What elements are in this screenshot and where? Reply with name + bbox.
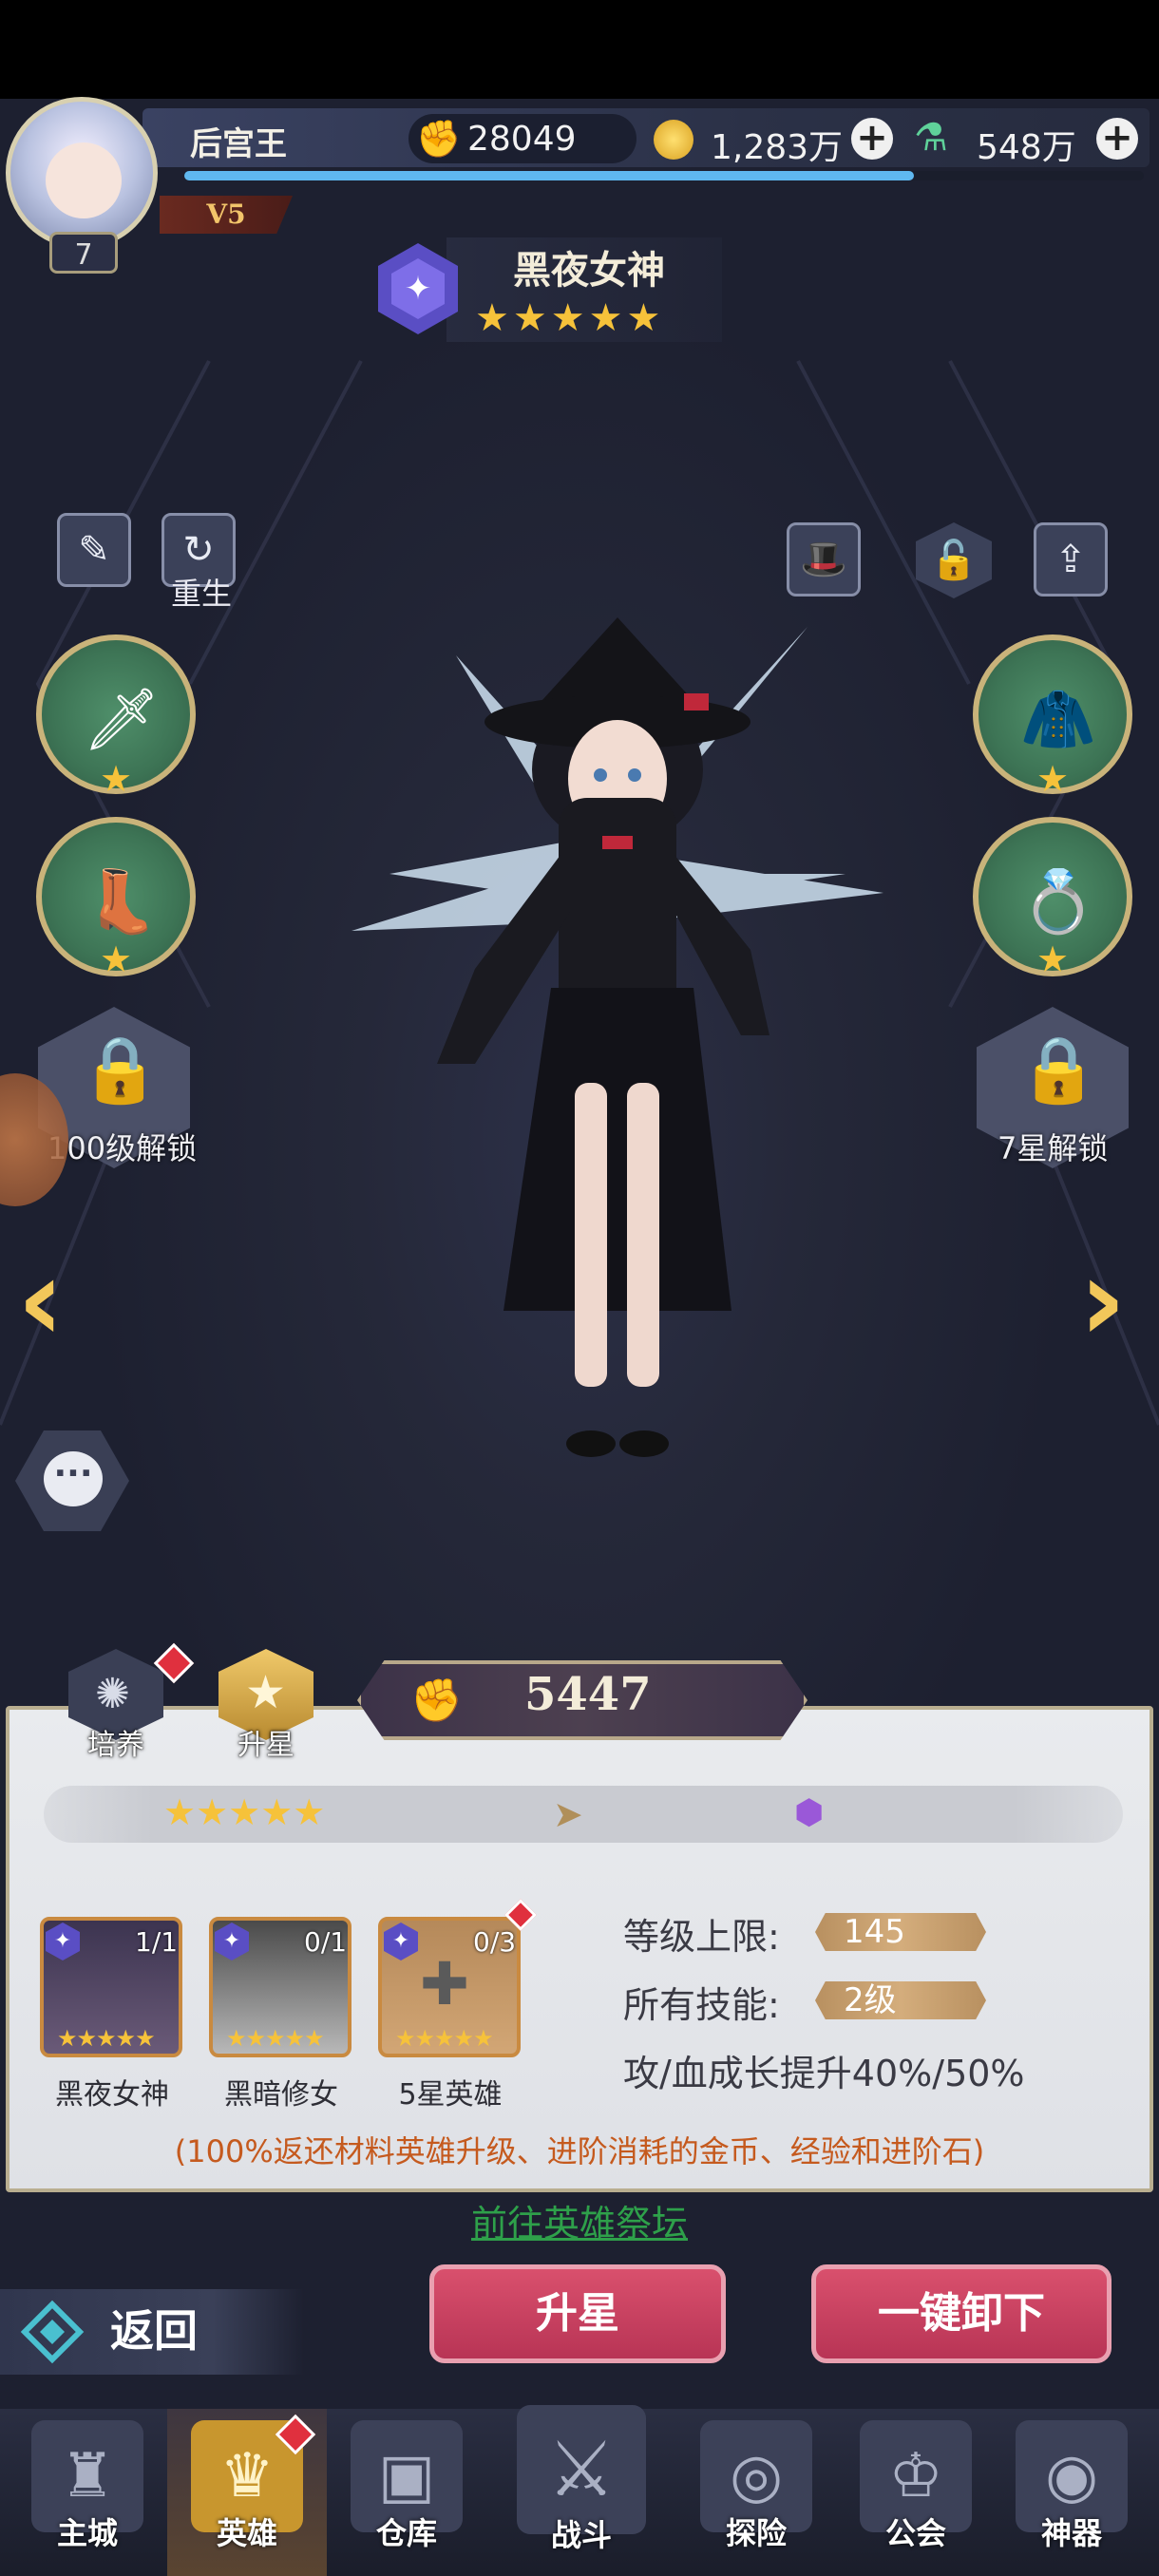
nav-main-city[interactable]: ♜ 主城 (8, 2409, 167, 2576)
progression-arrow-icon: ➤ (553, 1793, 583, 1835)
skills-label: 所有技能: (623, 1984, 780, 2026)
material-card-2[interactable]: ✦ 0/1 ★★★★★ (209, 1917, 352, 2057)
nav-label: 神器 (1040, 2515, 1102, 2551)
boots-slot-star: ★ (99, 938, 133, 980)
nav-label: 主城 (56, 2515, 118, 2551)
back-label: 返回 (110, 2305, 198, 2357)
avatar-face (46, 142, 122, 218)
hero-name: 黑夜女神 (513, 248, 665, 293)
nav-battle[interactable]: ⚔ 战斗 (502, 2394, 661, 2561)
prev-hero-arrow[interactable]: ‹ (17, 1235, 64, 1367)
level-cap-label: 等级上限: (623, 1916, 780, 1958)
material-count: 0/3 (473, 1926, 517, 1958)
nav-warehouse[interactable]: ▣ 仓库 (327, 2409, 486, 2576)
class-mini-icon: ✦ (215, 1923, 249, 1960)
upgrade-star-button[interactable]: 升星 (429, 2264, 726, 2363)
armor-slot-star: ★ (1036, 758, 1070, 800)
rebirth-label: 重生 (171, 576, 233, 612)
class-mini-icon: ✦ (384, 1923, 418, 1960)
share-button[interactable]: ⇪ (1034, 522, 1108, 597)
material-name: 黑暗修女 (224, 2078, 338, 2112)
costume-button[interactable]: 🎩 (787, 522, 861, 597)
next-hero-arrow[interactable]: › (1079, 1235, 1126, 1367)
material-card-1[interactable]: ✦ 1/1 ★★★★★ (40, 1917, 182, 2057)
player-name: 后宫王 (190, 125, 287, 163)
skills-value: 2级 (815, 1981, 986, 2019)
potion-bottle-icon: ⚗ (914, 116, 948, 160)
nav-label: 战斗 (550, 2517, 612, 2553)
player-level-badge: 7 (49, 232, 118, 274)
nav-guild[interactable]: ♔ 公会 (836, 2409, 996, 2576)
material-stars: ★★★★★ (226, 2025, 325, 2052)
hero-stars: ★★★★★ (475, 296, 665, 340)
material-stars: ★★★★★ (57, 2025, 156, 2052)
add-gold-button[interactable]: + (851, 118, 893, 160)
nav-artifact[interactable]: ◉ 神器 (992, 2409, 1151, 2576)
status-bar-top (0, 0, 1159, 99)
hero-illustration (352, 617, 884, 1457)
gems-value: 28049 (467, 120, 577, 159)
refund-note: (100%返还材料英雄升级、进阶消耗的金币、经验和进阶石) (174, 2133, 985, 2169)
purple-gem-icon: ⬢ (794, 1793, 825, 1832)
power-fist-icon: ✊ (410, 1676, 463, 1725)
nav-label: 探险 (725, 2515, 787, 2551)
growth-bonus: 攻/血成长提升40%/50% (623, 2053, 1025, 2094)
potion-value: 548万 (977, 128, 1076, 167)
star-icon: ★ (245, 1666, 287, 1719)
add-potion-button[interactable]: + (1096, 118, 1138, 160)
gold-value: 1,283万 (711, 128, 844, 167)
material-count: 1/1 (135, 1926, 179, 1958)
locked-slot-right-label: 7星解锁 (998, 1130, 1109, 1166)
level-cap-value: 145 (815, 1913, 986, 1951)
gem-hand-icon: ✊ (416, 118, 462, 160)
material-stars: ★★★★★ (395, 2025, 494, 2052)
unequip-all-button[interactable]: 一键卸下 (811, 2264, 1112, 2363)
edit-button[interactable]: ✎ (57, 513, 131, 587)
material-card-3[interactable]: ✦ 0/3 ✚ ★★★★★ (378, 1917, 521, 2057)
nav-label: 英雄 (216, 2515, 277, 2551)
padlock-icon: 🔒 (80, 1032, 161, 1108)
chat-bubble-icon: ··· (44, 1451, 103, 1506)
material-name: 黑夜女神 (55, 2078, 169, 2112)
exp-bar-fill (184, 171, 914, 180)
nav-label: 公会 (884, 2515, 946, 2551)
puzzle-piece-icon: ✚ (420, 1949, 469, 2018)
combat-power-value: 5447 (524, 1668, 652, 1721)
current-stars: ★★★★★ (163, 1791, 326, 1833)
material-name: 5星英雄 (398, 2078, 503, 2112)
locked-slot-left-label: 100级解锁 (48, 1130, 198, 1166)
class-mini-icon: ✦ (46, 1923, 80, 1960)
hero-altar-link[interactable]: 前往英雄祭坛 (0, 2194, 1159, 2246)
gear-wheel-icon: ✺ (95, 1670, 130, 1718)
vip-badge: V5 (160, 196, 293, 234)
tab-star-up-label: 升星 (238, 1729, 294, 1762)
weapon-slot-star: ★ (99, 758, 133, 800)
padlock-icon: 🔒 (1018, 1032, 1099, 1108)
nav-label: 仓库 (375, 2515, 437, 2551)
ring-slot-star: ★ (1036, 938, 1070, 980)
tab-cultivate-label: 培养 (87, 1729, 144, 1762)
material-count: 0/1 (304, 1926, 348, 1958)
nav-explore[interactable]: ◎ 探险 (676, 2409, 836, 2576)
back-arrow-icon (20, 2300, 85, 2364)
gold-coin-icon (654, 120, 694, 160)
